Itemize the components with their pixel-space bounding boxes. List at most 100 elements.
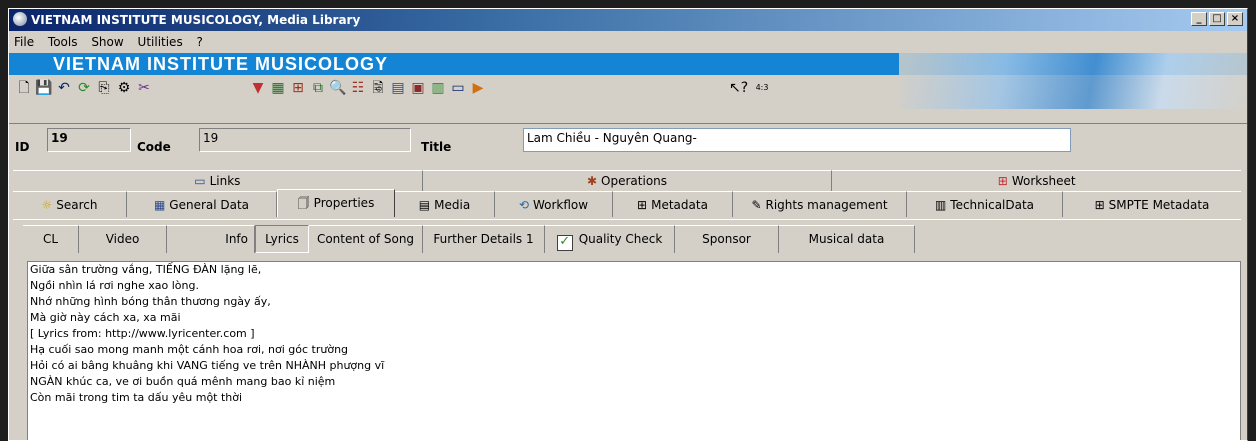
menu-utilities[interactable]: Utilities	[133, 33, 188, 49]
tab-row-top: ▭ Links ✱ Operations ⊞ Worksheet	[13, 170, 1242, 191]
tab-media-label: Media	[434, 198, 471, 212]
title-label: Title	[421, 140, 452, 154]
grid-icon[interactable]: ▥	[429, 79, 447, 97]
subtab-quality-check-label: Quality Check	[578, 232, 663, 246]
tab-technicaldata-label: TechnicalData	[950, 198, 1035, 212]
subtab-video[interactable]: Video	[79, 225, 167, 253]
subtab-cl[interactable]: CL	[23, 225, 79, 253]
monitor-icon[interactable]: ▭	[449, 79, 467, 97]
minimize-button[interactable]: _	[1191, 12, 1207, 26]
list-icon[interactable]: ☷	[349, 79, 367, 97]
lyrics-line: Giữa sân trường vắng, TIẾNG ĐÀN lặng lẽ,	[30, 263, 262, 276]
tab-general-data[interactable]: ▦ General Data	[127, 191, 277, 217]
tab-row-main: ☼ Search ▦ General Data 🗍 Properties ▤ Media…	[13, 189, 1241, 217]
app-window: VIETNAM INSTITUTE MUSICOLOGY, Media Libr…	[8, 8, 1248, 441]
archive-icon[interactable]: ▣	[409, 79, 427, 97]
banner-text: VIETNAM INSTITUTE MUSICOLOGY	[53, 54, 389, 74]
subtab-sponsor[interactable]: Sponsor	[675, 225, 779, 253]
lyrics-line: Ngồi nhìn lá rơi nghe xao lòng.	[30, 279, 199, 292]
menu-help[interactable]: ?	[192, 33, 208, 49]
tab-workflow[interactable]: ⟲ Workflow	[495, 191, 613, 217]
save-icon[interactable]: 💾	[35, 79, 53, 97]
id-field[interactable]: 19	[47, 128, 131, 152]
network-icon[interactable]: ⊞	[289, 79, 307, 97]
metadata-icon: ⊞	[637, 198, 648, 212]
workflow-icon: ⟲	[518, 198, 529, 212]
tab-workflow-label: Workflow	[532, 198, 589, 212]
film-icon[interactable]: ▦	[269, 79, 287, 97]
play-icon[interactable]: ▶	[469, 79, 487, 97]
tab-rights-management-label: Rights management	[765, 198, 888, 212]
properties-tab-icon: 🗍	[297, 196, 310, 210]
banner-graphic	[899, 53, 1247, 109]
tab-media[interactable]: ▤ Media	[395, 191, 495, 217]
lyrics-line: Hạ cuối sao mong manh một cánh hoa rơi, …	[30, 343, 349, 356]
menu-show[interactable]: Show	[86, 33, 128, 49]
tab-search[interactable]: ☼ Search	[13, 191, 127, 217]
help-pointer-icon[interactable]: ↖?	[729, 79, 748, 97]
maximize-button[interactable]: □	[1209, 12, 1225, 26]
lyrics-line: Hỏi có ai bâng khuâng khi VANG tiếng ve …	[30, 359, 385, 372]
window-title: VIETNAM INSTITUTE MUSICOLOGY, Media Libr…	[31, 13, 361, 27]
title-field[interactable]: Lam Chiều - Nguyên Quang-	[523, 128, 1071, 152]
copy-icon[interactable]: ⎘	[95, 79, 113, 97]
rights-icon: ✎	[751, 198, 762, 212]
app-icon[interactable]	[13, 12, 27, 26]
undo-icon[interactable]: ↶	[55, 79, 73, 97]
general-data-icon: ▦	[153, 198, 166, 212]
worksheet-icon: ⊞	[997, 174, 1008, 188]
id-label: ID	[15, 140, 30, 154]
tab-worksheet-label: Worksheet	[1011, 174, 1076, 188]
code-field[interactable]: 19	[199, 128, 411, 152]
subtab-musical-data[interactable]: Musical data	[779, 225, 915, 253]
lyrics-line: Còn mãi trong tim ta dấu yêu một thời	[30, 391, 243, 404]
tab-smpte-metadata[interactable]: ⊞ SMPTE Metadata	[1063, 191, 1241, 217]
lyrics-line: Mà giờ này cách xa, xa mãi	[30, 311, 181, 324]
subtab-further-details-1[interactable]: Further Details 1	[423, 225, 545, 253]
subtab-content-of-song[interactable]: Content of Song	[309, 225, 423, 253]
tab-general-data-label: General Data	[169, 198, 250, 212]
refresh-icon[interactable]: ⟳	[75, 79, 93, 97]
lyrics-line: [ Lyrics from: http://www.lyricenter.com…	[30, 327, 255, 340]
close-button[interactable]: ×	[1227, 12, 1243, 26]
tab-links-label: Links	[209, 174, 241, 188]
properties-icon[interactable]: ⚙	[115, 79, 133, 97]
tab-links[interactable]: ▭ Links	[13, 170, 423, 191]
title-bar[interactable]: VIETNAM INSTITUTE MUSICOLOGY, Media Libr…	[9, 9, 1247, 31]
preview-icon[interactable]: 🗟	[369, 79, 387, 97]
tools-icon[interactable]: ✂	[135, 79, 153, 97]
links-icon: ▭	[194, 174, 206, 188]
toolbar: 🗋 💾 ↶ ⟳ ⎘ ⚙ ✂ ▼ ▦ ⊞ ⧉ 🔍 ☷ 🗟 ▤ ▣ ▥ ▭ ▶ ↖?…	[9, 53, 1247, 109]
binoculars-icon[interactable]: 🔍	[329, 79, 347, 97]
media-icon: ▤	[418, 198, 431, 212]
menu-bar: File Tools Show Utilities ?	[9, 33, 1247, 51]
tab-operations-label: Operations	[601, 174, 668, 188]
tab-metadata[interactable]: ⊞ Metadata	[613, 191, 733, 217]
subtab-info[interactable]: Info	[167, 225, 255, 253]
tab-metadata-label: Metadata	[651, 198, 708, 212]
lyrics-line: NGÀN khúc ca, ve ơi buồn quá mênh mang b…	[30, 375, 336, 388]
tab-properties-label: Properties	[313, 196, 375, 210]
new-icon[interactable]: 🗋	[15, 79, 33, 97]
filter-icon[interactable]: ▼	[249, 79, 267, 97]
subtab-lyrics[interactable]: Lyrics	[255, 225, 309, 253]
menu-file[interactable]: File	[9, 33, 39, 49]
menu-tools[interactable]: Tools	[43, 33, 83, 49]
technicaldata-icon: ▥	[934, 198, 947, 212]
operations-icon: ✱	[586, 174, 598, 188]
tab-worksheet[interactable]: ⊞ Worksheet	[832, 170, 1242, 191]
subtab-row: CL Video Info Lyrics Content of Song Fur…	[23, 225, 915, 253]
tab-technicaldata[interactable]: ▥ TechnicalData	[907, 191, 1063, 217]
tab-smpte-metadata-label: SMPTE Metadata	[1108, 198, 1210, 212]
subtab-quality-check[interactable]: ✓ Quality Check	[545, 225, 675, 253]
tab-search-label: Search	[56, 198, 98, 212]
code-label: Code	[137, 140, 171, 154]
aspect-ratio-icon[interactable]: 4:3	[753, 79, 771, 97]
lyrics-textarea[interactable]: Giữa sân trường vắng, TIẾNG ĐÀN lặng lẽ,…	[27, 261, 1241, 440]
report-icon[interactable]: ▤	[389, 79, 407, 97]
tab-rights-management[interactable]: ✎ Rights management	[733, 191, 907, 217]
tab-properties[interactable]: 🗍 Properties	[277, 189, 395, 217]
tab-operations[interactable]: ✱ Operations	[422, 170, 833, 191]
smpte-metadata-icon: ⊞	[1094, 198, 1105, 212]
export-icon[interactable]: ⧉	[309, 79, 327, 97]
